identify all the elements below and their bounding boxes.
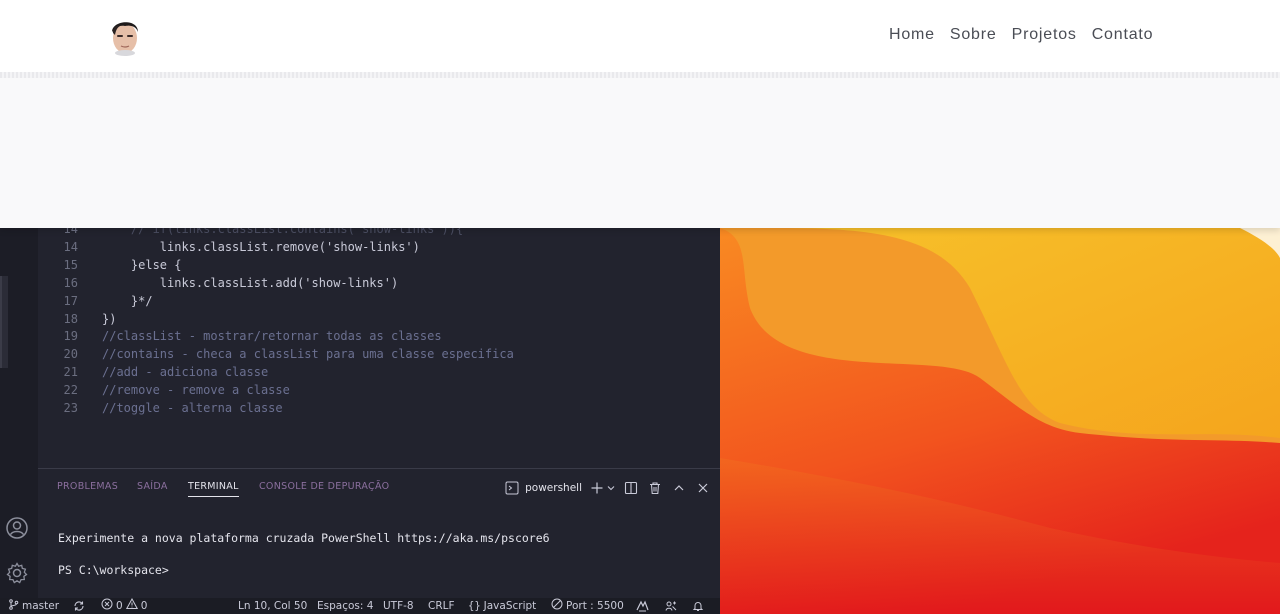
code-text: //classList - mostrar/retornar todas as … xyxy=(102,329,442,344)
nav-link-sobre[interactable]: Sobre xyxy=(950,26,997,44)
language-status[interactable]: {} JavaScript xyxy=(468,599,536,613)
line-number: 15 xyxy=(63,257,78,272)
language-mode: JavaScript xyxy=(483,600,537,612)
panel-tabs: PROBLEMAS SAÍDA TERMINAL CONSOLE DE DEPU… xyxy=(38,469,720,505)
live-server-status[interactable]: Port : 5500 xyxy=(551,598,624,614)
warning-count: 0 xyxy=(140,600,148,612)
code-line[interactable]: 19 //classList - mostrar/retornar todas a… xyxy=(38,327,720,345)
trash-icon[interactable] xyxy=(646,479,664,497)
line-number: 23 xyxy=(63,401,78,415)
formatter-icon[interactable] xyxy=(636,599,649,613)
terminal-output-line: Experimente a nova plataforma cruzada Po… xyxy=(58,531,550,545)
status-bar: master 0 0 Ln 10, Col 50 Espaços: 4 UTF-… xyxy=(0,597,720,614)
terminal-selector[interactable]: powershell xyxy=(503,479,582,497)
code-text: links.classList.remove('show-links') xyxy=(102,239,420,254)
account-icon[interactable] xyxy=(5,516,29,540)
terminal-name: powershell xyxy=(525,482,582,494)
line-number: 17 xyxy=(63,293,78,308)
code-text: links.classList.add('show-links') xyxy=(102,275,399,290)
no-port-icon xyxy=(551,598,563,614)
eol-status[interactable]: CRLF xyxy=(428,599,455,613)
desktop-wallpaper xyxy=(720,228,1280,614)
feedback-icon[interactable] xyxy=(665,599,677,613)
encoding-status[interactable]: UTF-8 xyxy=(383,599,414,613)
warning-icon xyxy=(125,597,138,614)
split-icon[interactable] xyxy=(622,479,640,497)
profile-avatar-logo[interactable] xyxy=(108,16,142,56)
activity-bar xyxy=(0,228,38,598)
indentation-status[interactable]: Espaços: 4 xyxy=(317,599,373,613)
code-text: //toggle - alterna classe xyxy=(102,401,283,415)
code-line[interactable]: 17 }*/ xyxy=(38,292,720,310)
site-content-area xyxy=(0,72,1280,228)
port-label: Port : 5500 xyxy=(566,600,624,612)
error-icon xyxy=(101,598,113,614)
line-number: 22 xyxy=(63,383,78,398)
error-count: 0 xyxy=(116,600,123,612)
branch-icon xyxy=(8,598,19,614)
terminal-icon xyxy=(503,479,521,497)
add-icon[interactable] xyxy=(588,479,606,497)
line-number: 16 xyxy=(63,275,78,290)
problems-status[interactable]: 0 0 xyxy=(101,597,148,614)
code-text: }else { xyxy=(102,257,182,272)
code-text: //contains - checa a classList para uma … xyxy=(102,347,514,362)
code-line[interactable]: 16 links.classList.add('show-links') xyxy=(38,274,720,292)
code-line[interactable]: 18}) xyxy=(38,310,720,328)
line-number: 18 xyxy=(63,311,78,326)
branch-name: master xyxy=(22,600,60,612)
vscode-window: 14 // if(links.classList.contains('show-… xyxy=(0,222,720,614)
main-nav: Home Sobre Projetos Contato xyxy=(889,26,1153,44)
panel-actions: powershell xyxy=(503,478,712,498)
line-number: 19 xyxy=(63,329,78,344)
code-text: }*/ xyxy=(102,293,153,308)
terminal-prompt[interactable]: PS C:\workspace> xyxy=(58,563,169,577)
line-number: 21 xyxy=(63,365,78,380)
code-editor[interactable]: 14 // if(links.classList.contains('show-… xyxy=(38,222,720,468)
maximize-icon[interactable] xyxy=(670,479,688,497)
site-header: Home Sobre Projetos Contato xyxy=(0,0,1280,72)
bottom-panel: PROBLEMAS SAÍDA TERMINAL CONSOLE DE DEPU… xyxy=(38,468,720,598)
code-line[interactable]: 15 }else { xyxy=(38,256,720,274)
tab-problems[interactable]: PROBLEMAS xyxy=(57,481,118,492)
code-text: //add - adiciona classe xyxy=(102,365,269,380)
code-line[interactable]: 20 //contains - checa a classList para um… xyxy=(38,345,720,363)
nav-link-contato[interactable]: Contato xyxy=(1092,26,1154,44)
nav-link-home[interactable]: Home xyxy=(889,26,935,44)
code-text: }) xyxy=(102,311,117,326)
branch-status[interactable]: master xyxy=(8,598,60,614)
header-separator xyxy=(0,72,1280,78)
nav-link-projetos[interactable]: Projetos xyxy=(1012,26,1077,44)
code-text: //remove - remove a classe xyxy=(102,383,290,398)
code-line[interactable]: 23 //toggle - alterna classe xyxy=(38,399,720,417)
line-number: 20 xyxy=(63,347,78,362)
activity-bar-scroll-marker xyxy=(0,276,8,368)
sync-icon[interactable] xyxy=(73,599,85,613)
cursor-position[interactable]: Ln 10, Col 50 xyxy=(238,599,307,613)
tab-debug-console[interactable]: CONSOLE DE DEPURAÇÃO xyxy=(259,481,389,492)
code-line[interactable]: 21 //add - adiciona classe xyxy=(38,363,720,381)
tab-terminal[interactable]: TERMINAL xyxy=(188,481,239,497)
braces-icon: {} xyxy=(468,600,481,612)
close-icon[interactable] xyxy=(694,479,712,497)
bell-icon[interactable] xyxy=(692,599,704,613)
tab-output[interactable]: SAÍDA xyxy=(137,481,168,492)
code-line[interactable]: 14 links.classList.remove('show-links') xyxy=(38,238,720,256)
code-line[interactable]: 22 //remove - remove a classe xyxy=(38,381,720,399)
settings-gear-icon[interactable] xyxy=(5,561,29,585)
line-number: 14 xyxy=(63,239,78,254)
chevron-down-icon[interactable] xyxy=(606,479,616,497)
